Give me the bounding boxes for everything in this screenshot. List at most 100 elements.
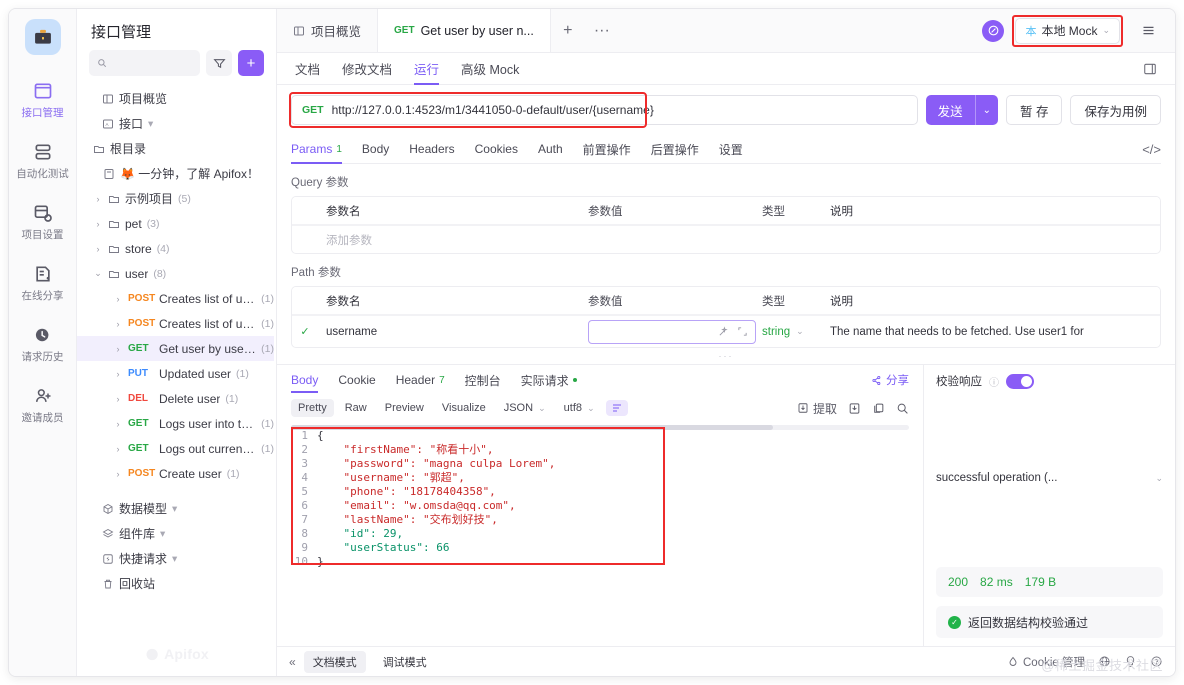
question-icon[interactable]: ⓘ (989, 374, 999, 389)
tree-item-component-library[interactable]: 组件库 ▾ (77, 521, 274, 546)
tab-more-button[interactable]: ··· (585, 9, 619, 52)
filter-button[interactable] (206, 50, 232, 76)
save-as-case-button[interactable]: 保存为用例 (1070, 95, 1161, 125)
chevron-down-icon[interactable]: ⌄ (796, 326, 804, 337)
view-preview[interactable]: Preview (378, 399, 431, 417)
tree-item-endpoint[interactable]: › POST Creates list of use... (1) (77, 286, 275, 311)
tree-caret[interactable]: › (93, 244, 103, 254)
tree-item-sample-project[interactable]: › 示例项目 (5) (77, 186, 274, 211)
code-brackets-icon[interactable]: </> (1142, 142, 1161, 157)
view-raw[interactable]: Raw (338, 399, 374, 417)
search-input[interactable] (112, 57, 192, 69)
mode-doc-button[interactable]: 文档模式 (303, 650, 366, 673)
tree-caret[interactable]: › (113, 294, 123, 304)
param-value-input[interactable] (588, 319, 756, 344)
tree-item-data-model[interactable]: 数据模型 ▾ (77, 496, 274, 521)
mode-debug-button[interactable]: 调试模式 (374, 651, 436, 673)
response-tab-actual-request[interactable]: 实际请求 (521, 365, 577, 395)
send-button[interactable]: 发送 ⌄ (925, 95, 998, 125)
add-button[interactable]: + (238, 50, 264, 76)
tree-item-get-user-by-username[interactable]: › GET Get user by user ... (1) (77, 336, 274, 361)
tree-caret[interactable]: › (113, 369, 123, 379)
tree-item-recycle-bin[interactable]: 回收站 (77, 571, 274, 596)
tree-item-quick-request[interactable]: 快捷请求 ▾ (77, 546, 274, 571)
param-tab-post-op[interactable]: 后置操作 (651, 135, 699, 163)
tree-item-endpoint[interactable]: › POST Create user (1) (77, 461, 274, 486)
view-pretty[interactable]: Pretty (291, 399, 334, 417)
expand-icon[interactable] (737, 326, 748, 337)
magic-wand-icon[interactable] (718, 326, 729, 337)
tree-item-apifox-doc[interactable]: 🦊 一分钟，了解 Apifox！ (77, 161, 274, 186)
subtab-advanced-mock[interactable]: 高级 Mock (461, 53, 519, 85)
layout-panel-icon[interactable] (1143, 62, 1157, 76)
query-empty-row[interactable]: 添加参数 (292, 225, 1160, 253)
param-tab-settings[interactable]: 设置 (719, 135, 743, 163)
tree-item-endpoint[interactable]: › DEL Delete user (1) (77, 386, 274, 411)
tree-caret[interactable]: › (113, 419, 123, 429)
view-visualize[interactable]: Visualize (435, 399, 493, 417)
param-checkbox[interactable]: ✓ (292, 325, 318, 338)
extract-button[interactable]: 提取 (797, 400, 837, 417)
tree-item-api[interactable]: A 接口 ▾ (77, 111, 274, 136)
panel-splitter[interactable]: ··· (277, 348, 1175, 364)
search-box[interactable] (89, 50, 200, 76)
copy-icon[interactable] (872, 402, 885, 415)
environment-selector[interactable]: 本 本地 Mock ⌄ (1015, 17, 1120, 44)
send-options-caret[interactable]: ⌄ (976, 105, 998, 116)
charset-selector[interactable]: utf8 ⌄ (557, 399, 602, 417)
url-input[interactable]: GET http://127.0.0.1:4523/m1/3441050-0-d… (291, 95, 918, 125)
rail-item-automation-test[interactable]: 自动化测试 (9, 134, 76, 183)
param-tab-pre-op[interactable]: 前置操作 (583, 135, 631, 163)
tree-item-root-dir[interactable]: 根目录 (77, 136, 274, 161)
tree-item-endpoint[interactable]: › POST Creates list of use... (1) (77, 311, 275, 336)
tree-item-overview[interactable]: 项目概览 (77, 86, 274, 111)
subtab-edit-doc[interactable]: 修改文档 (342, 53, 392, 85)
collapse-left-icon[interactable]: « (289, 655, 296, 669)
param-tab-headers[interactable]: Headers (409, 135, 454, 163)
tree-item-pet[interactable]: › pet (3) (77, 211, 274, 236)
tab-get-user-by-username[interactable]: GET Get user by user n... (378, 9, 551, 52)
response-tab-cookie[interactable]: Cookie (338, 365, 375, 395)
sync-circle-icon[interactable] (982, 19, 1005, 42)
tree-item-endpoint[interactable]: › GET Logs user into the... (1) (77, 411, 275, 436)
rail-item-online-share[interactable]: 在线分享 (9, 256, 76, 305)
schema-selector[interactable]: successful operation (... ⌄ (936, 398, 1163, 558)
param-tab-auth[interactable]: Auth (538, 135, 563, 163)
tree-caret[interactable]: › (113, 469, 123, 479)
tree-caret[interactable]: › (113, 344, 123, 354)
response-tab-console[interactable]: 控制台 (465, 365, 501, 395)
tree-item-store[interactable]: › store (4) (77, 236, 274, 261)
param-tab-params[interactable]: Params 1 (291, 135, 342, 164)
param-tab-body[interactable]: Body (362, 135, 389, 163)
response-tab-body[interactable]: Body (291, 365, 319, 395)
tab-project-overview[interactable]: 项目概览 (277, 9, 379, 52)
tree-caret[interactable]: › (113, 394, 123, 404)
tree-caret[interactable]: › (93, 219, 103, 229)
tree-item-user[interactable]: ⌄ user (8) (77, 261, 274, 286)
share-button[interactable]: 分享 (871, 372, 909, 388)
response-body-viewer[interactable]: 1 { 2 "firstName": "称看十小", 3 "password": … (291, 425, 909, 646)
rail-item-invite-member[interactable]: 邀请成员 (9, 378, 76, 427)
subtab-doc[interactable]: 文档 (295, 53, 320, 85)
tree-item-endpoint[interactable]: › PUT Updated user (1) (77, 361, 274, 386)
param-tab-cookies[interactable]: Cookies (475, 135, 518, 163)
rail-item-request-history[interactable]: 请求历史 (9, 317, 76, 366)
hamburger-menu-icon[interactable] (1131, 23, 1165, 38)
tree-caret[interactable]: ⌄ (93, 268, 103, 279)
tree-item-endpoint[interactable]: › GET Logs out current l... (1) (77, 436, 275, 461)
app-logo[interactable] (24, 19, 61, 55)
tree-caret[interactable]: › (113, 319, 123, 329)
rail-item-project-settings[interactable]: 项目设置 (9, 195, 76, 244)
table-row[interactable]: ✓ username string ⌄ The name that needs … (292, 315, 1160, 347)
rail-item-api-manage[interactable]: 接口管理 (9, 73, 76, 122)
format-selector[interactable]: JSON ⌄ (497, 399, 553, 417)
new-tab-button[interactable]: + (551, 9, 585, 52)
subtab-run[interactable]: 运行 (414, 53, 440, 85)
validate-toggle[interactable] (1006, 373, 1034, 389)
word-wrap-icon[interactable] (605, 400, 628, 416)
response-tab-header[interactable]: Header 7 (396, 365, 445, 395)
save-draft-button[interactable]: 暂 存 (1006, 95, 1063, 125)
tree-caret[interactable]: › (113, 444, 123, 454)
search-icon[interactable] (896, 402, 909, 415)
tree-caret[interactable]: › (93, 194, 103, 204)
